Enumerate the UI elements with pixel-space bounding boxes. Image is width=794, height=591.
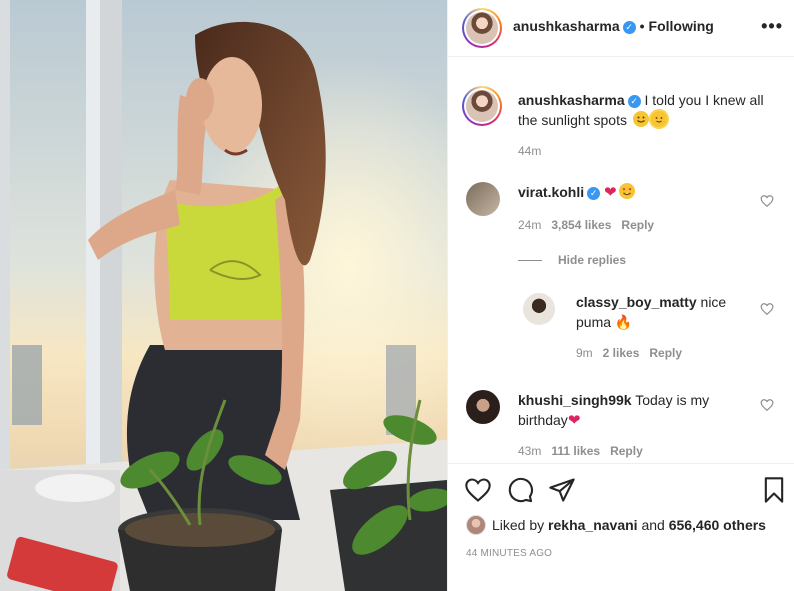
comment-3-time: 43m bbox=[518, 444, 542, 458]
comment-1-text: virat.kohli ✓ ❤ bbox=[518, 182, 758, 203]
caption-time: 44m bbox=[518, 144, 542, 158]
caption-timestamp: 44m bbox=[518, 144, 551, 158]
comment-2-likes[interactable]: 2 likes bbox=[603, 346, 640, 360]
like-comment-heart-icon[interactable] bbox=[760, 302, 774, 316]
post-timestamp[interactable]: 44 MINUTES AGO bbox=[466, 548, 552, 559]
heart-eyes-emoji bbox=[618, 183, 635, 199]
caption-username[interactable]: anushkasharma bbox=[518, 92, 625, 108]
author-avatar[interactable] bbox=[462, 8, 502, 48]
liked-by: Liked by rekha_navani and 656,460 others bbox=[466, 515, 766, 535]
hide-replies-label: Hide replies bbox=[558, 253, 627, 267]
liked-by-user[interactable]: rekha_navani bbox=[548, 517, 638, 533]
hide-replies-button[interactable]: Hide replies bbox=[518, 253, 626, 267]
fire-emoji: 🔥 bbox=[614, 314, 633, 330]
red-heart-emoji: ❤ bbox=[567, 412, 581, 429]
comments-area[interactable]: anushkasharma ✓ I told you I knew all the… bbox=[448, 58, 794, 463]
caption-text: anushkasharma ✓ I told you I knew all the… bbox=[518, 90, 783, 130]
bookmark-icon[interactable] bbox=[760, 476, 788, 504]
verified-icon: ✓ bbox=[627, 95, 641, 108]
like-comment-heart-icon[interactable] bbox=[760, 398, 774, 412]
separator-dot: • bbox=[639, 18, 645, 34]
smiling-face-emoji bbox=[632, 111, 649, 127]
verified-icon: ✓ bbox=[622, 21, 636, 34]
liker-avatar[interactable] bbox=[466, 515, 486, 535]
liked-by-others[interactable]: 656,460 others bbox=[669, 517, 766, 533]
post-side-panel: anushkasharma ✓ • Following ••• anushkashar… bbox=[447, 0, 794, 591]
comment-3-username[interactable]: khushi_singh99k bbox=[518, 392, 632, 408]
red-heart-emoji: ❤ bbox=[604, 184, 617, 201]
comment-2-reply-button[interactable]: Reply bbox=[649, 346, 682, 360]
author-username[interactable]: anushkasharma bbox=[513, 18, 620, 34]
caption-avatar[interactable] bbox=[462, 86, 502, 126]
comment-1-time: 24m bbox=[518, 218, 542, 232]
comment-1-meta: 24m 3,854 likes Reply bbox=[518, 218, 664, 232]
comment-1-likes[interactable]: 3,854 likes bbox=[551, 218, 611, 232]
liked-by-prefix: Liked by bbox=[492, 517, 545, 533]
sun-emoji bbox=[650, 111, 667, 127]
following-button[interactable]: Following bbox=[649, 18, 714, 34]
comment-3-meta: 43m 111 likes Reply bbox=[518, 444, 653, 458]
share-icon[interactable] bbox=[548, 476, 576, 504]
post-header: anushkasharma ✓ • Following ••• bbox=[448, 0, 794, 57]
comment-2-username[interactable]: classy_boy_matty bbox=[576, 294, 697, 310]
more-options-icon[interactable]: ••• bbox=[761, 16, 783, 37]
comment-2-text: classy_boy_matty nice puma 🔥 bbox=[576, 292, 756, 332]
comment-3-text: khushi_singh99k Today is my birthday❤ bbox=[518, 390, 748, 431]
comment-3-reply-button[interactable]: Reply bbox=[610, 444, 643, 458]
commenter-avatar[interactable] bbox=[466, 182, 500, 216]
comment-1-reply-button[interactable]: Reply bbox=[621, 218, 654, 232]
comment-1-username[interactable]: virat.kohli bbox=[518, 184, 584, 200]
comment-3-likes[interactable]: 111 likes bbox=[551, 444, 600, 458]
hide-replies-line bbox=[518, 260, 542, 262]
header-user: anushkasharma ✓ • Following bbox=[513, 18, 714, 34]
post-actions: Liked by rekha_navani and 656,460 others… bbox=[448, 463, 794, 591]
post-photo-illustration bbox=[0, 0, 447, 591]
commenter-avatar[interactable] bbox=[466, 390, 500, 424]
comment-2-meta: 9m 2 likes Reply bbox=[576, 346, 692, 360]
like-comment-heart-icon[interactable] bbox=[760, 194, 774, 208]
comment-2-time: 9m bbox=[576, 346, 593, 360]
heart-icon[interactable] bbox=[464, 476, 492, 504]
liked-by-joiner: and bbox=[641, 517, 665, 533]
post-photo[interactable] bbox=[0, 0, 447, 591]
verified-icon: ✓ bbox=[587, 187, 601, 200]
commenter-avatar[interactable] bbox=[523, 293, 555, 325]
comment-icon[interactable] bbox=[506, 476, 534, 504]
